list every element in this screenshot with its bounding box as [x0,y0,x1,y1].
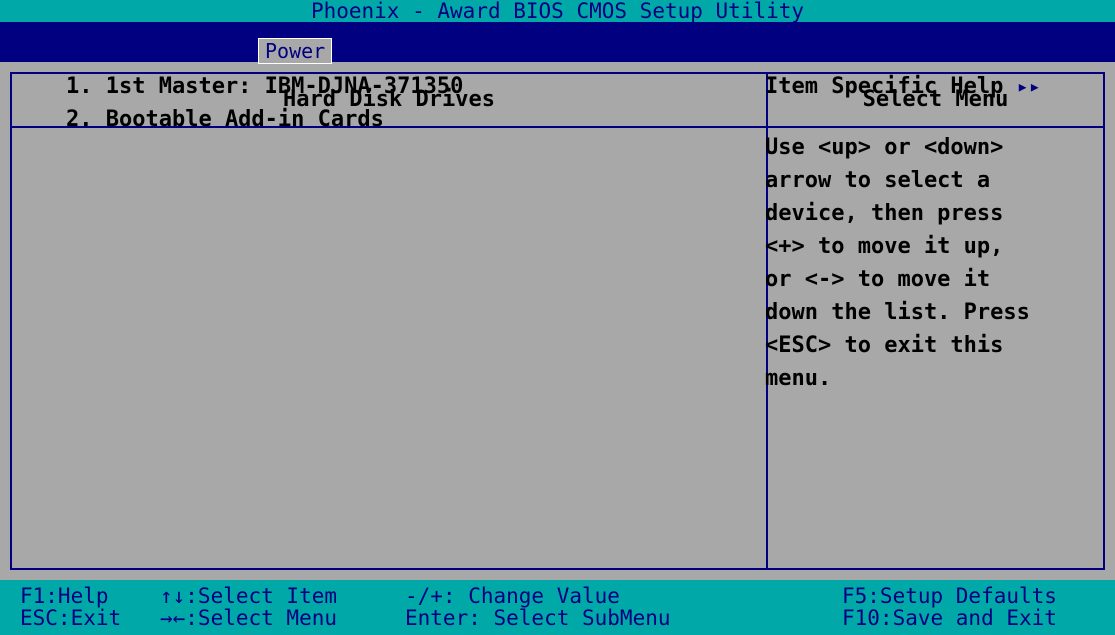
key-legend: F1:Help ESC:Exit ↑↓:Select Item →←:Selec… [0,580,1115,635]
help-line: menu. [765,366,832,391]
exit-key: ESC:Exit [20,606,122,630]
help-heading-label: Item Specific Help [765,74,1004,99]
help-line: Use <up> or <down> [765,135,1004,160]
title-bar: Phoenix - Award BIOS CMOS Setup Utility [0,0,1115,22]
change-value-key: -/+: Change Value [405,584,620,608]
boot-device-list: 1. 1st Master: IBM-DJNA-371350 2. Bootab… [66,70,463,136]
help-line: down the list. Press [765,300,1030,325]
help-line: <ESC> to exit this [765,333,1004,358]
setup-defaults-key: F5:Setup Defaults [842,584,1057,608]
boot-device-item[interactable]: 2. Bootable Add-in Cards [66,103,463,136]
help-heading: Item Specific Help ▸▸ [765,70,1041,103]
select-submenu-key: Enter: Select SubMenu [405,606,671,630]
select-menu-key: →←:Select Menu [160,606,338,630]
double-arrow-icon: ▸▸ [1016,74,1041,98]
help-text: Use <up> or <down> arrow to select a dev… [765,131,1095,395]
app-title: Phoenix - Award BIOS CMOS Setup Utility [310,0,805,23]
menu-bar: Power [0,22,1115,64]
help-line: or <-> to move it [765,267,991,292]
tab-power[interactable]: Power [258,38,333,64]
menu-bar-row [0,40,1115,62]
help-key: F1:Help [20,584,109,608]
help-line: device, then press [765,201,1004,226]
boot-device-item[interactable]: 1. 1st Master: IBM-DJNA-371350 [66,70,463,103]
save-exit-key: F10:Save and Exit [842,606,1057,630]
select-item-key: ↑↓:Select Item [160,584,338,608]
help-line: <+> to move it up, [765,234,1004,259]
help-line: arrow to select a [765,168,991,193]
